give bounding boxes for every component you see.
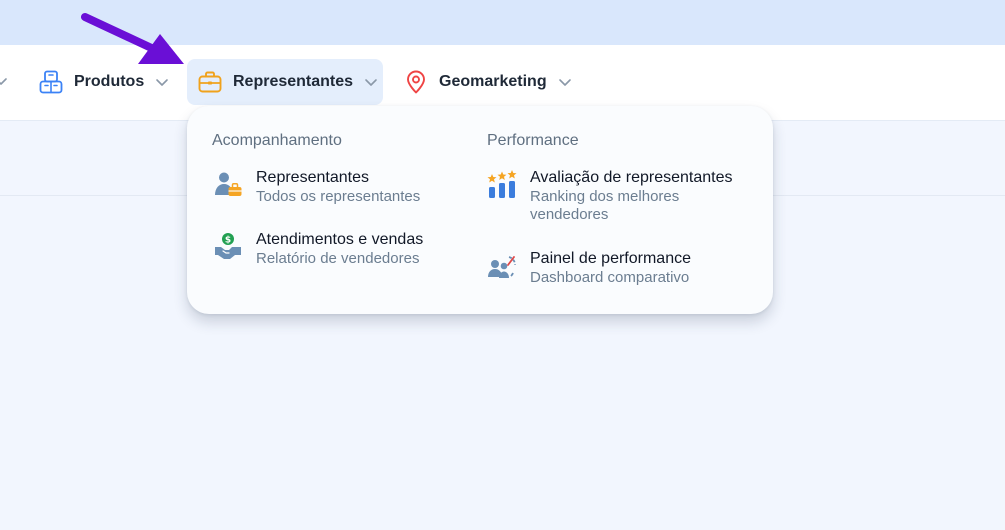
sales-rep-icon bbox=[213, 170, 243, 200]
menu-item-subtitle: Ranking dos melhores vendedores bbox=[530, 188, 680, 223]
chevron-down-icon[interactable] bbox=[0, 74, 8, 88]
nav-label-geomarketing: Geomarketing bbox=[439, 73, 547, 90]
menu-item-representantes[interactable]: Representantes Todos os representantes bbox=[213, 168, 420, 206]
money-handshake-icon: $ bbox=[213, 232, 243, 262]
menu-item-subtitle: Relatório de vendedores bbox=[256, 250, 420, 267]
menu-item-title: Avaliação de representantes bbox=[530, 169, 733, 186]
menu-item-painel-de-performance[interactable]: Painel de performance Dashboard comparat… bbox=[487, 249, 691, 287]
representantes-dropdown-menu: Acompanhamento Performance Representante… bbox=[187, 106, 773, 314]
chevron-down-icon bbox=[364, 75, 378, 89]
map-pin-icon bbox=[403, 69, 429, 95]
chevron-down-icon bbox=[558, 75, 572, 89]
section-heading-acompanhamento: Acompanhamento bbox=[212, 132, 342, 149]
svg-text:$: $ bbox=[225, 235, 231, 245]
menu-item-subtitle: Dashboard comparativo bbox=[530, 269, 690, 286]
nav-label-produtos: Produtos bbox=[74, 73, 145, 90]
performance-dashboard-icon bbox=[487, 251, 517, 281]
menu-item-title: Painel de performance bbox=[530, 250, 691, 267]
menu-item-atendimentos-e-vendas[interactable]: $ Atendimentos e vendas Relatório de ven… bbox=[213, 230, 423, 268]
briefcase-icon bbox=[197, 69, 223, 95]
star-ranking-icon bbox=[487, 170, 517, 200]
nav-item-representantes[interactable]: Representantes bbox=[187, 59, 383, 105]
pointer-arrow-annotation bbox=[81, 13, 184, 64]
nav-label-representantes: Representantes bbox=[233, 73, 354, 90]
section-heading-performance: Performance bbox=[487, 132, 579, 149]
box-icon bbox=[38, 69, 64, 95]
menu-item-subtitle: Todos os representantes bbox=[256, 188, 421, 205]
menu-item-avaliacao-de-representantes[interactable]: Avaliação de representantes Ranking dos … bbox=[487, 168, 733, 224]
menu-item-title: Atendimentos e vendas bbox=[256, 231, 424, 248]
nav-item-geomarketing[interactable]: Geomarketing bbox=[403, 59, 572, 105]
menu-item-title: Representantes bbox=[256, 169, 369, 186]
chevron-down-icon bbox=[155, 75, 169, 89]
